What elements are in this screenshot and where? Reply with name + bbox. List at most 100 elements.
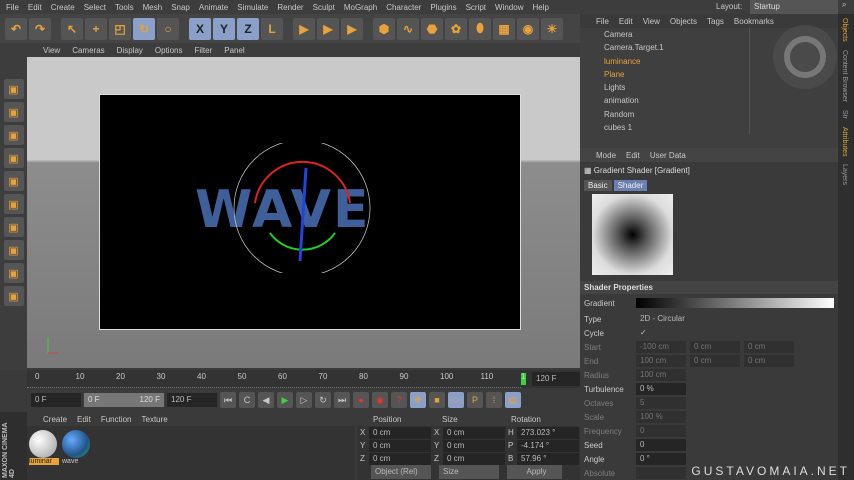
frame-range-slider[interactable]: 0 F 120 F (84, 393, 164, 407)
object-row[interactable]: Camera.Target.1 (580, 41, 749, 54)
p-field[interactable]: 0 cm (369, 452, 431, 465)
menu-select[interactable]: Select (84, 3, 106, 12)
gizmo-heading-arc[interactable] (254, 160, 351, 204)
viewport-menu-display[interactable]: Display (117, 46, 143, 55)
mode-paint-icon[interactable]: ▣ (3, 286, 24, 306)
live-select-icon[interactable]: ↖ (61, 17, 83, 40)
rotate-icon[interactable]: ↻ (133, 17, 155, 40)
undo-icon[interactable]: ↶ (5, 17, 27, 40)
timeline-ruler[interactable]: 0 10 20 30 40 50 60 70 80 90 100 110 1 (27, 370, 525, 388)
mode-model-icon[interactable]: ▣ (3, 79, 24, 99)
s-field[interactable]: 0 cm (443, 439, 505, 452)
scale-icon[interactable]: ◰ (109, 17, 131, 40)
attr-value[interactable]: 0 % (636, 383, 686, 395)
attribute-menu-user-data[interactable]: User Data (650, 151, 686, 160)
r-field[interactable]: -4.174 ° (517, 439, 579, 452)
render-picture-viewer-icon[interactable]: ▶ (317, 17, 339, 40)
menu-simulate[interactable]: Simulate (237, 3, 268, 12)
menu-edit[interactable]: Edit (28, 3, 42, 12)
render-settings-icon[interactable]: ▶ (341, 17, 363, 40)
spline-icon[interactable]: ∿ (397, 17, 419, 40)
menu-sculpt[interactable]: Sculpt (313, 3, 335, 12)
timeline-icon[interactable]: ▤ (505, 392, 521, 408)
attr-value[interactable]: -100 cm (636, 341, 686, 353)
attr-value[interactable]: 0 cm (744, 355, 794, 367)
object-row[interactable]: cubes 1 (580, 121, 749, 134)
size-mode-dropdown[interactable]: Size (439, 465, 499, 479)
step-forward-icon[interactable]: ▷ (296, 392, 312, 408)
gizmo-bank-axis[interactable] (298, 167, 308, 262)
attr-value[interactable] (636, 467, 686, 479)
mode-axis-icon[interactable]: ▣ (3, 194, 24, 214)
z-axis-icon[interactable]: Z (237, 17, 259, 40)
mode-polygons-icon[interactable]: ▣ (3, 171, 24, 191)
object-row[interactable]: Random (580, 108, 749, 121)
menu-mograph[interactable]: MoGraph (344, 3, 377, 12)
menu-create[interactable]: Create (51, 3, 75, 12)
side-tab-objects[interactable]: Objects (838, 14, 851, 46)
attr-value[interactable]: 2D - Circular (636, 313, 828, 325)
apply-button[interactable]: Apply (507, 465, 562, 479)
attr-value[interactable]: 100 % (636, 411, 686, 423)
menu-file[interactable]: File (6, 3, 19, 12)
attribute-menu-edit[interactable]: Edit (626, 151, 640, 160)
mode-object-icon[interactable]: ▣ (3, 102, 24, 122)
menu-render[interactable]: Render (277, 3, 303, 12)
material-menu-edit[interactable]: Edit (77, 415, 91, 424)
camera-icon[interactable]: ◉ (517, 17, 539, 40)
object-menu-edit[interactable]: Edit (619, 17, 633, 26)
go-to-end-icon[interactable]: ⏭ (334, 392, 350, 408)
menu-script[interactable]: Script (466, 3, 486, 12)
mode-points-icon[interactable]: ▣ (3, 125, 24, 145)
attribute-menu-mode[interactable]: Mode (596, 151, 616, 160)
nurbs-icon[interactable]: ⬣ (421, 17, 443, 40)
attr-value[interactable]: 100 cm (636, 369, 686, 381)
p-field[interactable]: 0 cm (369, 426, 431, 439)
keyframe-selection-icon[interactable]: ? (391, 392, 407, 408)
end-field[interactable]: 120 F (167, 393, 217, 407)
recent-tool-icon[interactable]: ○ (157, 17, 179, 40)
record-icon[interactable]: ● (353, 392, 369, 408)
viewport-menu-panel[interactable]: Panel (224, 46, 244, 55)
object-row[interactable]: luminance (580, 55, 749, 68)
record-pla-icon[interactable]: ⁞ (486, 392, 502, 408)
object-row[interactable]: Plane (580, 68, 749, 81)
side-tab-content-browser[interactable]: Content Browser (838, 46, 851, 106)
r-field[interactable]: 273.023 ° (517, 426, 579, 439)
p-field[interactable]: 0 cm (369, 439, 431, 452)
attr-value[interactable]: 0 ° (636, 453, 686, 465)
menu-character[interactable]: Character (386, 3, 421, 12)
attr-value[interactable]: 0 cm (690, 355, 740, 367)
viewport-menu-cameras[interactable]: Cameras (72, 46, 104, 55)
viewport-menu-filter[interactable]: Filter (194, 46, 212, 55)
go-next-key-icon[interactable]: ↻ (315, 392, 331, 408)
attr-value[interactable]: 0 (636, 425, 686, 437)
object-row[interactable]: Lights (580, 81, 749, 94)
timeline[interactable]: 0 10 20 30 40 50 60 70 80 90 100 110 1 120 F (27, 370, 580, 388)
side-tab-str[interactable]: Str (838, 106, 851, 123)
start-frame-field[interactable]: 0 F (31, 393, 81, 407)
render-view-icon[interactable]: ▶ (293, 17, 315, 40)
r-field[interactable]: 57.96 ° (517, 452, 579, 465)
gradient-bar[interactable] (636, 298, 834, 308)
array-icon[interactable]: ✿ (445, 17, 467, 40)
search-icon[interactable]: ⌕ (842, 0, 846, 10)
attr-value[interactable]: 0 cm (690, 341, 740, 353)
play-icon[interactable]: ▶ (277, 392, 293, 408)
mode-workplane-icon[interactable]: ▣ (3, 263, 24, 283)
menu-help[interactable]: Help (532, 3, 548, 12)
s-field[interactable]: 0 cm (443, 426, 505, 439)
end-frame-field[interactable]: 120 F (532, 372, 580, 386)
redo-icon[interactable]: ↷ (29, 17, 51, 40)
cube-icon[interactable]: ⬢ (373, 17, 395, 40)
viewport-menu-options[interactable]: Options (155, 46, 183, 55)
record-scale-icon[interactable]: ■ (429, 392, 445, 408)
menu-animate[interactable]: Animate (199, 3, 228, 12)
record-parameter-icon[interactable]: P (467, 392, 483, 408)
menu-window[interactable]: Window (495, 3, 523, 12)
record-rotation-icon[interactable]: ○ (448, 392, 464, 408)
coordinate-mode-dropdown[interactable]: Object (Rel) (371, 465, 431, 479)
attr-value[interactable]: ✓ (636, 327, 686, 339)
move-icon[interactable]: + (85, 17, 107, 40)
menu-plugins[interactable]: Plugins (430, 3, 456, 12)
